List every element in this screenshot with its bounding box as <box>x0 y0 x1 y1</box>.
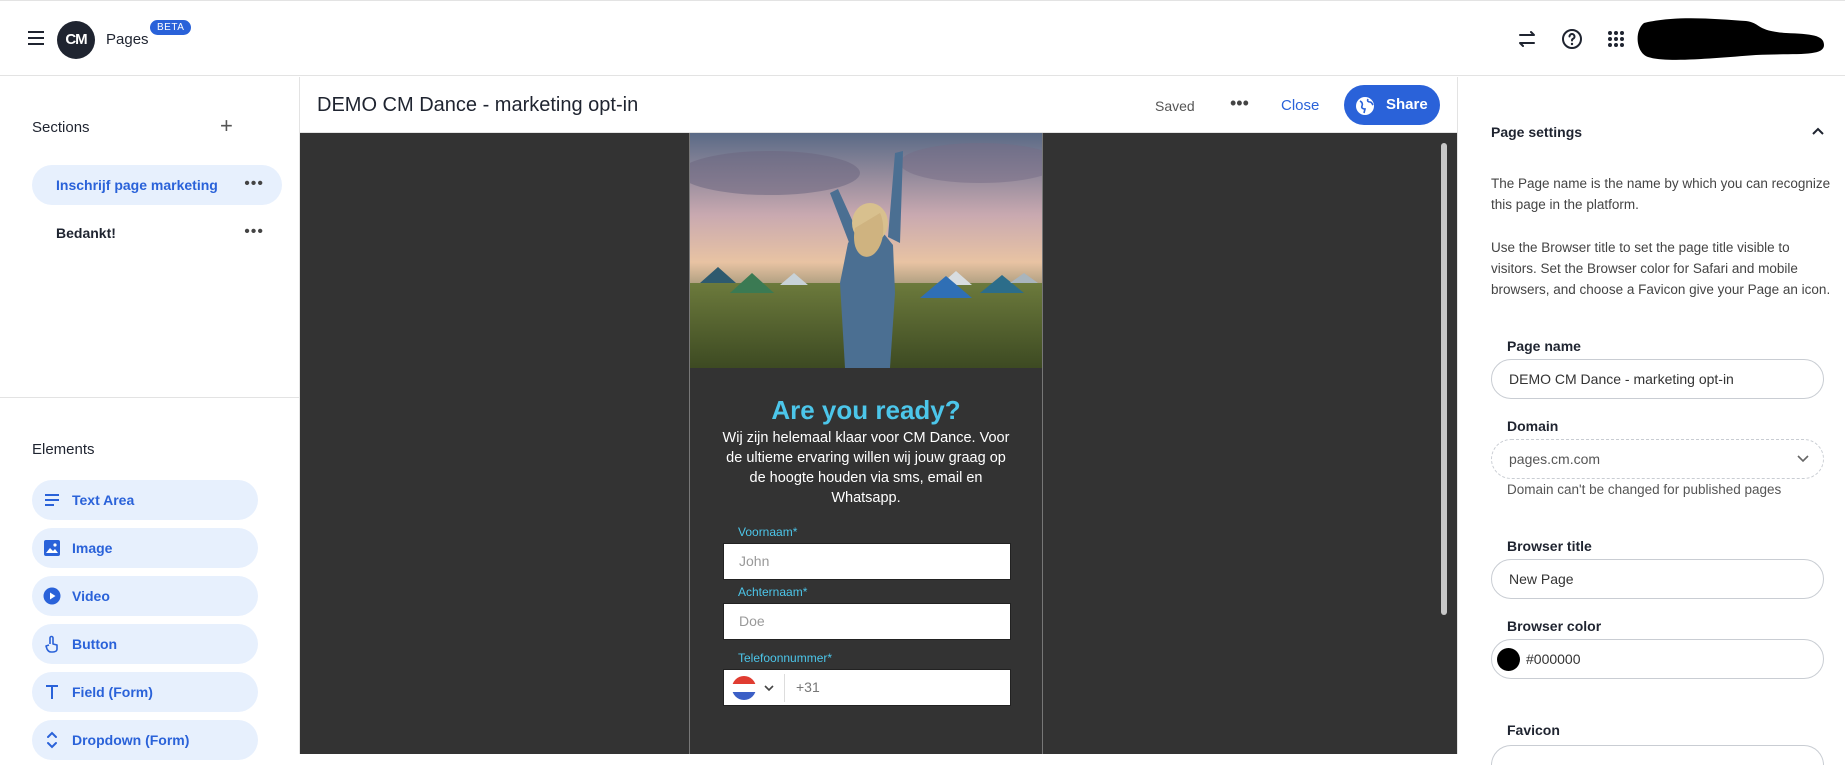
phone-input[interactable]: +31 <box>723 669 1011 706</box>
favicon-label: Favicon <box>1507 722 1560 738</box>
more-icon[interactable]: ••• <box>244 223 264 241</box>
element-label: Dropdown (Form) <box>72 732 190 748</box>
elements-title: Elements <box>32 441 95 458</box>
element-label: Text Area <box>72 492 135 508</box>
element-text-area[interactable]: Text Area <box>32 480 258 520</box>
share-button[interactable]: Share <box>1344 85 1440 125</box>
preview-body-text[interactable]: Wij zijn helemaal klaar voor CM Dance. V… <box>722 428 1010 508</box>
element-label: Field (Form) <box>72 684 153 700</box>
switch-arrows-icon[interactable] <box>1515 27 1539 51</box>
element-video[interactable]: Video <box>32 576 258 616</box>
add-section-icon[interactable]: + <box>220 115 233 137</box>
browser-title-input[interactable]: New Page <box>1491 559 1824 599</box>
cm-logo[interactable]: CM <box>57 21 95 59</box>
firstname-input[interactable]: John <box>723 543 1011 580</box>
phone-label: Telefoonnummer* <box>738 651 833 665</box>
beta-badge: BETA <box>150 20 192 35</box>
play-circle-icon <box>42 586 62 606</box>
divider <box>784 674 785 702</box>
canvas-scrollbar[interactable] <box>1441 143 1447 615</box>
sections-title: Sections <box>32 119 90 136</box>
element-field-form[interactable]: Field (Form) <box>32 672 258 712</box>
app-name: Pages <box>106 31 149 48</box>
lastname-label: Achternaam* <box>738 585 808 599</box>
page-preview[interactable]: Are you ready? Wij zijn helemaal klaar v… <box>689 133 1043 754</box>
element-label: Video <box>72 588 110 604</box>
page-name-input[interactable]: DEMO CM Dance - marketing opt-in <box>1491 359 1824 399</box>
close-button[interactable]: Close <box>1281 97 1319 114</box>
domain-select[interactable]: pages.cm.com <box>1491 439 1824 479</box>
editor-canvas: Are you ready? Wij zijn helemaal klaar v… <box>300 133 1457 754</box>
browser-color-label: Browser color <box>1507 618 1602 634</box>
text-field-icon <box>42 682 62 702</box>
share-label: Share <box>1386 96 1428 113</box>
firstname-label: Voornaam* <box>738 525 798 539</box>
page-settings-title: Page settings <box>1491 124 1583 140</box>
browser-color-input[interactable]: #000000 <box>1491 639 1824 679</box>
element-button[interactable]: Button <box>32 624 258 664</box>
color-swatch[interactable] <box>1497 648 1520 671</box>
page-settings-panel: Page settings The Page name is the name … <box>1457 77 1845 765</box>
netherlands-flag-icon[interactable] <box>732 676 756 700</box>
chevron-down-icon[interactable] <box>764 670 774 719</box>
domain-note: Domain can't be changed for published pa… <box>1507 482 1782 497</box>
settings-description: The Page name is the name by which you c… <box>1491 176 1831 212</box>
section-item-bedankt[interactable]: Bedankt! ••• <box>32 213 282 253</box>
image-icon <box>42 538 62 558</box>
editor-header: DEMO CM Dance - marketing opt-in Saved •… <box>300 77 1457 133</box>
hero-image[interactable] <box>690 133 1042 368</box>
section-item-inschrijf[interactable]: Inschrijf page marketing ••• <box>32 165 282 205</box>
lastname-input[interactable]: Doe <box>723 603 1011 640</box>
top-bar: CM Pages BETA <box>0 0 1845 76</box>
pointer-hand-icon <box>42 634 62 654</box>
page-name-label: Page name <box>1507 338 1581 354</box>
element-label: Image <box>72 540 113 556</box>
left-sidebar: Sections + Inschrijf page marketing ••• … <box>0 77 300 760</box>
apps-grid-icon[interactable] <box>1604 27 1628 51</box>
help-icon[interactable] <box>1560 27 1584 51</box>
chevron-up-icon[interactable] <box>1810 123 1826 144</box>
phone-prefix: +31 <box>796 679 820 695</box>
section-item-label: Bedankt! <box>56 225 116 241</box>
element-image[interactable]: Image <box>32 528 258 568</box>
element-dropdown-form[interactable]: Dropdown (Form) <box>32 720 258 760</box>
element-label: Button <box>72 636 118 652</box>
page-title: DEMO CM Dance - marketing opt-in <box>317 94 639 116</box>
domain-label: Domain <box>1507 418 1559 434</box>
more-icon[interactable]: ••• <box>244 175 264 193</box>
browser-title-label: Browser title <box>1507 538 1592 554</box>
browser-color-value: #000000 <box>1526 651 1581 667</box>
dropdown-arrows-icon <box>42 730 62 750</box>
favicon-input[interactable] <box>1491 745 1824 765</box>
divider <box>0 397 299 398</box>
text-lines-icon <box>42 490 62 510</box>
menu-icon[interactable] <box>28 31 44 45</box>
more-options-icon[interactable]: ••• <box>1230 93 1249 114</box>
domain-value: pages.cm.com <box>1509 451 1601 467</box>
settings-description: Use the Browser title to set the page ti… <box>1491 240 1831 297</box>
globe-icon <box>1355 96 1375 120</box>
account-menu[interactable] <box>1636 17 1826 63</box>
section-item-label: Inschrijf page marketing <box>56 177 218 193</box>
save-status: Saved <box>1155 98 1195 114</box>
preview-heading[interactable]: Are you ready? <box>690 395 1042 426</box>
